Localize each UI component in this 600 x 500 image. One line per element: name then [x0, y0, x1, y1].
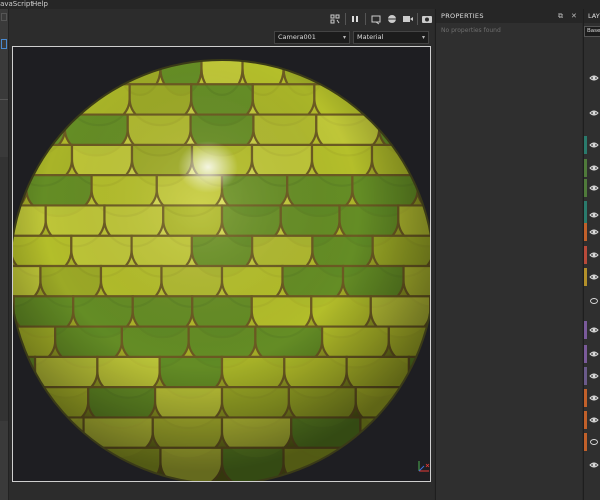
side-panel-edge: [0, 157, 8, 421]
menu-javascript[interactable]: JavaScript: [0, 0, 33, 9]
specular-highlight: [178, 141, 238, 193]
layer-color-tag: [584, 99, 587, 127]
layer-color-tag: [584, 321, 587, 339]
layers-title: LAYERS: [584, 9, 600, 23]
toolbar-separator: [345, 13, 346, 25]
eye-hidden-icon[interactable]: [589, 297, 599, 305]
layer-row[interactable]: [584, 455, 600, 475]
eye-icon[interactable]: [589, 164, 599, 172]
layer-color-tag: [584, 136, 587, 154]
properties-panel: PROPERTIES ⧉ ✕ No properties found: [435, 9, 583, 500]
material-preview-sphere: [13, 59, 430, 481]
eye-icon[interactable]: [589, 372, 599, 380]
layer-row[interactable]: [584, 64, 600, 92]
layer-color-tag: [584, 268, 587, 286]
shading-select[interactable]: Material ▾: [353, 31, 429, 44]
pause-icon[interactable]: [349, 13, 361, 25]
layer-color-tag: [584, 291, 587, 311]
layer-row[interactable]: [584, 268, 600, 286]
sphere-shading: [13, 60, 430, 481]
layer-row[interactable]: [584, 345, 600, 363]
object-icon[interactable]: [386, 13, 398, 25]
toolbar-separator: [417, 13, 418, 25]
tool-icon[interactable]: [1, 13, 7, 21]
undock-icon[interactable]: ⧉: [558, 9, 563, 23]
layer-color-tag: [584, 223, 587, 241]
axis-gizmo-icon: [418, 461, 430, 472]
scale-tile: [421, 386, 430, 430]
properties-header: PROPERTIES ⧉ ✕: [436, 9, 583, 23]
3d-viewport[interactable]: [12, 46, 431, 482]
left-tool-strip: [0, 9, 9, 500]
layer-color-tag: [584, 433, 587, 451]
layers-stack-tab[interactable]: Base: [584, 26, 600, 37]
eye-icon[interactable]: [589, 184, 599, 192]
selected-tool-icon[interactable]: [1, 39, 7, 49]
chevron-down-icon: ▾: [342, 34, 346, 41]
frame-icon[interactable]: [370, 13, 382, 25]
properties-empty-text: No properties found: [441, 27, 501, 34]
shading-select-value: Material: [357, 33, 384, 41]
menu-bar: JavaScript Help: [0, 0, 600, 9]
video-camera-icon[interactable]: [402, 13, 414, 25]
eye-icon[interactable]: [589, 350, 599, 358]
layer-row[interactable]: [584, 291, 600, 311]
divider: [0, 99, 8, 103]
eye-icon[interactable]: [589, 74, 599, 82]
layer-row[interactable]: [584, 99, 600, 127]
layer-row[interactable]: [584, 179, 600, 197]
eye-icon[interactable]: [589, 251, 599, 259]
layer-row[interactable]: [584, 159, 600, 177]
layer-row[interactable]: [584, 367, 600, 385]
layer-row[interactable]: [584, 246, 600, 264]
camera-select[interactable]: Camera001 ▾: [274, 31, 350, 44]
eye-icon[interactable]: [589, 416, 599, 424]
camera-select-value: Camera001: [278, 33, 316, 41]
scale-tile: [343, 446, 408, 481]
properties-title: PROPERTIES: [441, 12, 484, 20]
eye-icon[interactable]: [589, 394, 599, 402]
layer-row[interactable]: [584, 136, 600, 154]
layer-color-tag: [584, 246, 587, 264]
camera-icon[interactable]: [421, 13, 433, 25]
eye-icon[interactable]: [589, 228, 599, 236]
layer-row[interactable]: [584, 321, 600, 339]
layer-color-tag: [584, 64, 587, 92]
layer-row[interactable]: [584, 433, 600, 451]
viewport-area: Camera001 ▾ Material ▾: [9, 9, 434, 500]
layer-row[interactable]: [584, 223, 600, 241]
eye-icon[interactable]: [589, 273, 599, 281]
layers-panel: LAYERS Base: [583, 9, 600, 500]
layer-color-tag: [584, 367, 587, 385]
eye-icon[interactable]: [589, 461, 599, 469]
close-icon[interactable]: ✕: [571, 9, 577, 23]
layer-color-tag: [584, 411, 587, 429]
layer-row[interactable]: [584, 411, 600, 429]
layer-color-tag: [584, 455, 587, 475]
grid-icon[interactable]: [329, 13, 341, 25]
layer-row[interactable]: [584, 389, 600, 407]
scale-tile: [374, 83, 430, 127]
eye-icon[interactable]: [589, 211, 599, 219]
layer-color-tag: [584, 389, 587, 407]
toolbar-separator: [365, 13, 366, 25]
viewport-toolbar: [9, 9, 434, 29]
layer-color-tag: [584, 345, 587, 363]
chevron-down-icon: ▾: [421, 34, 425, 41]
menu-help[interactable]: Help: [32, 0, 48, 9]
eye-icon[interactable]: [589, 326, 599, 334]
eye-icon[interactable]: [589, 109, 599, 117]
layer-color-tag: [584, 159, 587, 177]
layer-color-tag: [584, 179, 587, 197]
eye-icon[interactable]: [589, 141, 599, 149]
eye-hidden-icon[interactable]: [589, 438, 599, 446]
